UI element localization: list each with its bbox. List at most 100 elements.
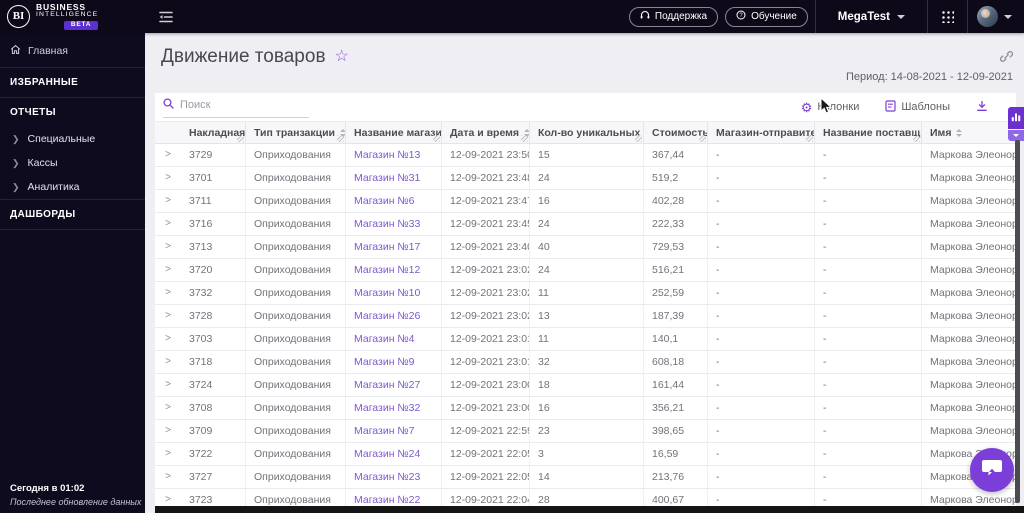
column-header-6[interactable]: Магазин-отправитель — [708, 122, 815, 143]
cell-invoice: 3703 — [181, 328, 246, 351]
apps-grid-icon[interactable] — [941, 10, 954, 23]
column-resize-handle[interactable] — [806, 135, 813, 142]
sidebar-section-reports[interactable]: ОТЧЕТЫ — [0, 98, 145, 127]
column-resize-handle[interactable] — [521, 135, 528, 142]
horizontal-scrollbar[interactable] — [155, 506, 1024, 513]
cell-invoice: 3711 — [181, 190, 246, 213]
favorite-star-icon[interactable]: ☆ — [335, 49, 349, 65]
cell-store[interactable]: Магазин №9 — [346, 351, 442, 374]
cell-name: Маркова Элеонора Х — [922, 282, 1016, 305]
cell-name: Маркова Элеонора Х — [922, 236, 1016, 259]
column-resize-handle[interactable] — [237, 135, 244, 142]
cell-invoice: 3713 — [181, 236, 246, 259]
column-header-8[interactable]: Имя — [922, 122, 1016, 143]
search-input[interactable] — [180, 99, 300, 111]
cell-sender: - — [708, 213, 815, 236]
column-resize-handle[interactable] — [635, 135, 642, 142]
search-box[interactable] — [163, 96, 309, 118]
chart-view-button[interactable] — [1008, 107, 1024, 129]
row-expand-chevron[interactable]: > — [155, 351, 181, 374]
cell-sender: - — [708, 282, 815, 305]
cell-supplier: - — [815, 397, 922, 420]
column-label: Магазин-отправитель — [716, 126, 814, 139]
row-expand-chevron[interactable]: > — [155, 167, 181, 190]
training-button[interactable]: ? Обучение — [725, 6, 808, 27]
user-menu[interactable] — [968, 6, 1014, 27]
training-label: Обучение — [751, 11, 797, 22]
column-header-3[interactable]: Дата и время — [442, 122, 530, 143]
sidebar-item-analytics[interactable]: ❯ Аналитика — [0, 175, 145, 199]
cell-store[interactable]: Магазин №10 — [346, 282, 442, 305]
column-header-2[interactable]: Название магазина — [346, 122, 442, 143]
column-header-7[interactable]: Название поставщика — [815, 122, 922, 143]
top-bar: BI BUSINESS INTELLIGENCE BETA Поддержка … — [0, 0, 1024, 33]
cell-name: Маркова Элеонора Х — [922, 374, 1016, 397]
sort-icon[interactable] — [956, 128, 963, 137]
row-expand-chevron[interactable]: > — [155, 328, 181, 351]
support-button[interactable]: Поддержка — [628, 6, 719, 27]
column-header-4[interactable]: Кол-во уникальных SKU — [530, 122, 644, 143]
vertical-scrollbar[interactable] — [1015, 140, 1020, 503]
column-header-1[interactable]: Тип транзакции — [246, 122, 346, 143]
cell-sku: 24 — [530, 167, 644, 190]
sidebar-section-favorites[interactable]: ИЗБРАННЫЕ — [0, 68, 145, 97]
cell-name: Маркова Элеонора Х — [922, 259, 1016, 282]
templates-button[interactable]: Шаблоны — [885, 99, 950, 115]
row-expand-chevron[interactable]: > — [155, 443, 181, 466]
columns-button[interactable]: ⚙ Колонки — [801, 101, 860, 114]
row-expand-chevron[interactable]: > — [155, 236, 181, 259]
cell-store[interactable]: Магазин №26 — [346, 305, 442, 328]
download-button[interactable] — [976, 100, 988, 115]
period-label[interactable]: Период: 14-08-2021 - 12-09-2021 — [846, 71, 1013, 83]
row-expand-chevron[interactable]: > — [155, 190, 181, 213]
cell-sender: - — [708, 236, 815, 259]
download-icon — [976, 100, 988, 115]
cell-sender: - — [708, 466, 815, 489]
chat-button[interactable] — [970, 448, 1014, 492]
column-resize-handle[interactable] — [337, 135, 344, 142]
topbar-divider — [927, 0, 928, 33]
cell-store[interactable]: Магазин №27 — [346, 374, 442, 397]
sidebar-item-special[interactable]: ❯ Специальные — [0, 127, 145, 151]
sidebar-collapse-icon[interactable] — [159, 11, 174, 23]
column-resize-handle[interactable] — [699, 135, 706, 142]
row-expand-chevron[interactable]: > — [155, 259, 181, 282]
cell-sender: - — [708, 374, 815, 397]
table-row: >3722 Оприходования Магазин №24 12-09-2021 … — [155, 443, 1016, 466]
cell-store[interactable]: Магазин №6 — [346, 190, 442, 213]
row-expand-chevron[interactable]: > — [155, 397, 181, 420]
bar-chart-icon — [1011, 109, 1021, 127]
chat-bubble-icon — [981, 458, 1003, 483]
sidebar-item-home[interactable]: Главная — [0, 33, 145, 67]
column-resize-handle[interactable] — [433, 135, 440, 142]
logo-bi-icon: BI — [7, 4, 30, 28]
row-expand-chevron[interactable]: > — [155, 213, 181, 236]
row-expand-chevron[interactable]: > — [155, 466, 181, 489]
cell-store[interactable]: Магазин №17 — [346, 236, 442, 259]
cell-sku: 23 — [530, 420, 644, 443]
column-header-0[interactable]: Накладная — [181, 122, 246, 143]
column-header-5[interactable]: Стоимость — [644, 122, 708, 143]
row-expand-chevron[interactable]: > — [155, 144, 181, 167]
cell-store[interactable]: Магазин №4 — [346, 328, 442, 351]
cell-store[interactable]: Магазин №23 — [346, 466, 442, 489]
chevron-down-icon — [1004, 14, 1012, 19]
row-expand-chevron[interactable]: > — [155, 305, 181, 328]
cell-store[interactable]: Магазин №31 — [346, 167, 442, 190]
row-expand-chevron[interactable]: > — [155, 420, 181, 443]
account-menu[interactable]: MegaTest — [816, 11, 927, 23]
row-expand-chevron[interactable]: > — [155, 282, 181, 305]
cell-store[interactable]: Магазин №24 — [346, 443, 442, 466]
last-update-time: Сегодня в 01:02 — [10, 483, 85, 494]
share-link-icon[interactable] — [999, 50, 1014, 68]
cell-store[interactable]: Магазин №12 — [346, 259, 442, 282]
sidebar-item-cash[interactable]: ❯ Кассы — [0, 151, 145, 175]
column-resize-handle[interactable] — [913, 135, 920, 142]
cell-store[interactable]: Магазин №32 — [346, 397, 442, 420]
cell-store[interactable]: Магазин №7 — [346, 420, 442, 443]
row-expand-chevron[interactable]: > — [155, 374, 181, 397]
sidebar-section-dashboards[interactable]: ДАШБОРДЫ — [0, 200, 145, 229]
cell-store[interactable]: Магазин №33 — [346, 213, 442, 236]
cell-store[interactable]: Магазин №13 — [346, 144, 442, 167]
cell-cost: 161,44 — [644, 374, 708, 397]
